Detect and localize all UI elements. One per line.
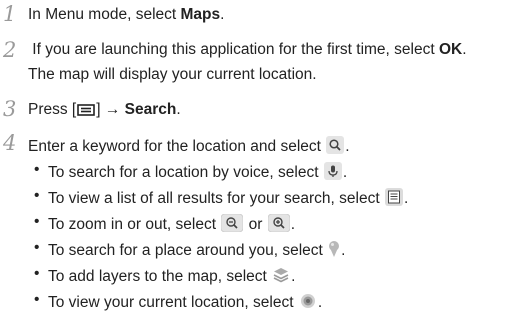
- step-2-bold: OK: [438, 41, 463, 58]
- bullet-location-pre: To view your current location, select: [48, 294, 298, 311]
- step-3-post: .: [176, 101, 181, 118]
- step-1-text: In Menu mode, select Maps.: [28, 7, 224, 23]
- bullet-list-post: .: [403, 190, 409, 207]
- bullet: •: [34, 213, 40, 230]
- step-4-post: .: [345, 138, 350, 155]
- step-4-pre: Enter a keyword for the location and sel…: [28, 138, 326, 155]
- bullet-location-post: .: [317, 294, 323, 311]
- bullet-list-text: To view a list of all results for your s…: [48, 188, 408, 207]
- menu-key-icon: [77, 104, 96, 116]
- step-number: 1: [3, 2, 17, 26]
- location-pin-icon: [328, 240, 340, 258]
- step-2-pre: If you are launching this application fo…: [28, 41, 439, 58]
- step-3-bold: Search: [124, 101, 177, 118]
- bullet: •: [34, 291, 40, 308]
- step-3-pre: Press [: [28, 101, 77, 118]
- bullet-layers-pre: To add layers to the map, select: [48, 268, 272, 285]
- layers-icon: [272, 266, 290, 284]
- step-1-post: .: [220, 6, 225, 23]
- step-2-post: .: [462, 41, 467, 58]
- bullet-voice-post: .: [342, 164, 348, 181]
- step-3-arrow-text: ] →: [96, 101, 125, 118]
- bullet-voice-pre: To search for a location by voice, selec…: [48, 164, 323, 181]
- list-icon: [384, 188, 403, 206]
- step-1-pre: In Menu mode, select: [28, 6, 181, 23]
- bullet-list-pre: To view a list of all results for your s…: [48, 190, 384, 207]
- microphone-icon: [323, 162, 342, 180]
- bullet-layers-text: To add layers to the map, select .: [48, 266, 295, 285]
- step-number: 4: [3, 131, 17, 155]
- step-number: 2: [3, 38, 17, 62]
- my-location-icon: [299, 292, 317, 310]
- bullet-place-pre: To search for a place around you, select: [48, 242, 328, 259]
- step-4-text: Enter a keyword for the location and sel…: [28, 136, 350, 155]
- search-icon: [326, 136, 345, 154]
- bullet-place-text: To search for a place around you, select…: [48, 240, 345, 259]
- bullet: •: [34, 161, 40, 178]
- instruction-document: 1 In Menu mode, select Maps. 2 If you ar…: [0, 0, 524, 319]
- step-2-continuation: The map will display your current locati…: [28, 66, 317, 83]
- step-3-text: Press [ ] → Search.: [28, 102, 181, 118]
- step-number: 3: [3, 97, 17, 121]
- bullet-place-post: .: [341, 242, 346, 259]
- zoom-out-icon: [221, 214, 244, 232]
- step-1-bold: Maps: [180, 6, 221, 23]
- bullet: •: [34, 265, 40, 282]
- bullet-zoom-pre: To zoom in or out, select: [48, 216, 221, 233]
- bullet-voice-text: To search for a location by voice, selec…: [48, 162, 347, 181]
- zoom-in-icon: [267, 214, 290, 232]
- bullet-zoom-mid: or: [244, 216, 267, 233]
- bullet: •: [34, 187, 40, 204]
- bullet-layers-post: .: [291, 268, 296, 285]
- step-2-text: If you are launching this application fo…: [28, 41, 467, 58]
- bullet-zoom-post: .: [290, 216, 296, 233]
- bullet-location-text: To view your current location, select .: [48, 292, 322, 311]
- bullet: •: [34, 239, 40, 256]
- bullet-zoom-text: To zoom in or out, select or .: [48, 214, 295, 233]
